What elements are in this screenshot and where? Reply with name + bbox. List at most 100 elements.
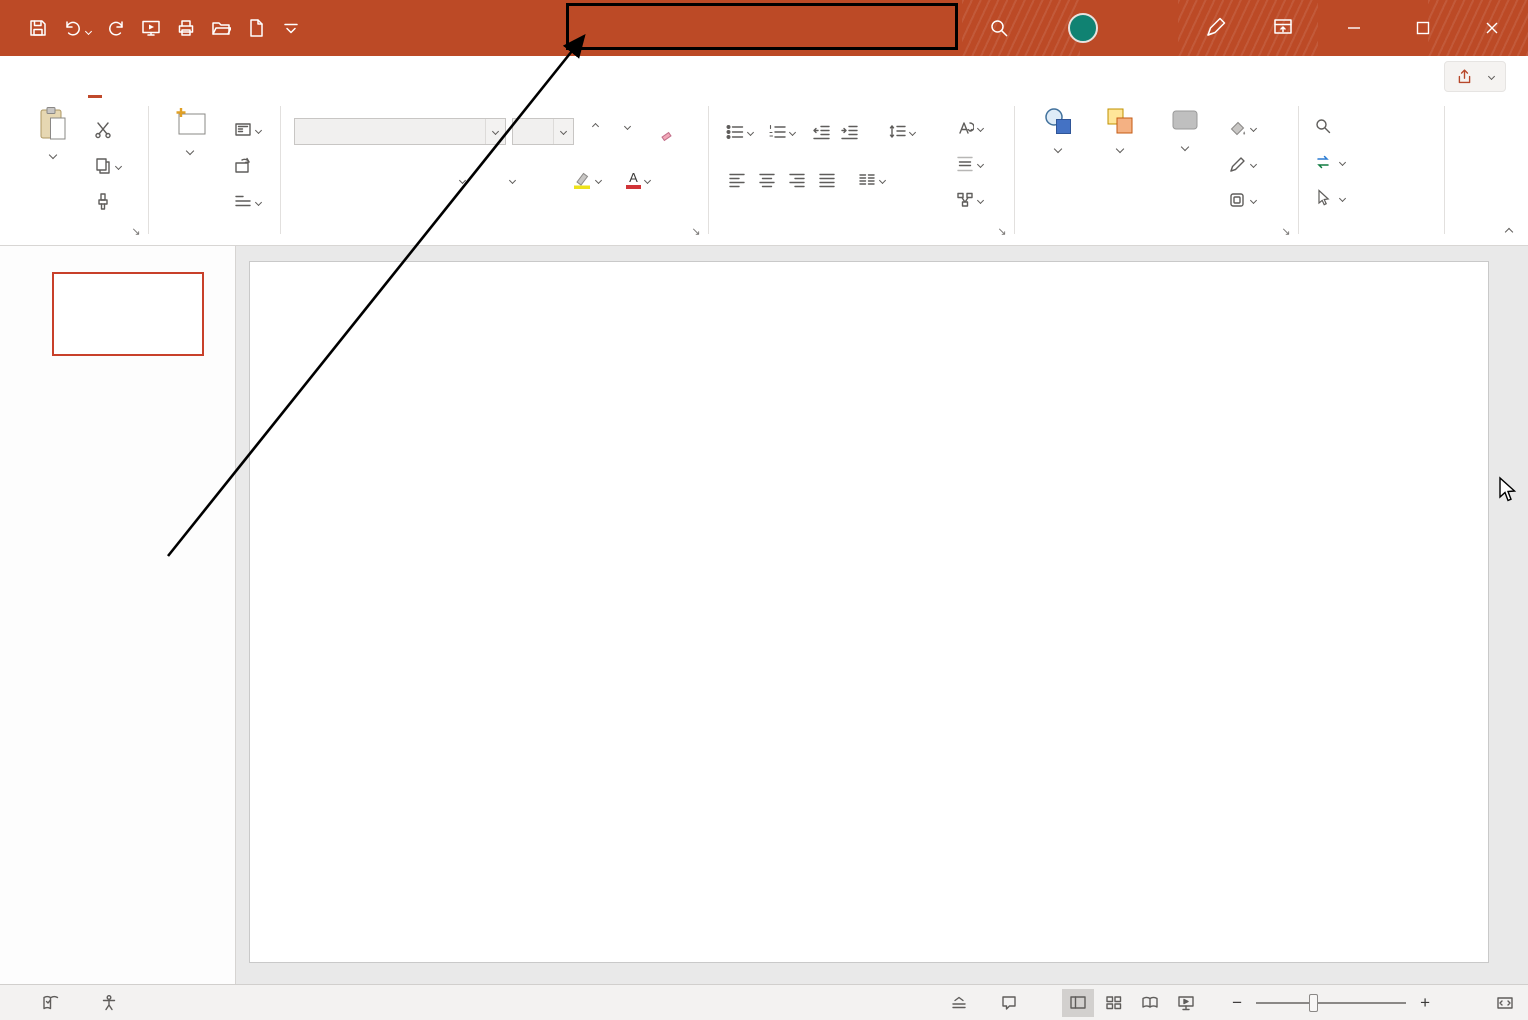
- share-button[interactable]: [1444, 61, 1506, 92]
- fit-slide-to-window-icon[interactable]: [1496, 994, 1514, 1012]
- redo-icon[interactable]: [106, 18, 126, 38]
- tab-file[interactable]: [26, 56, 72, 98]
- shape-outline-dropdown-icon[interactable]: [1250, 160, 1257, 167]
- slide-show-button[interactable]: [1170, 989, 1202, 1017]
- start-from-beginning-icon[interactable]: [141, 18, 161, 38]
- align-center-button[interactable]: [758, 166, 776, 194]
- section-dropdown-icon[interactable]: [255, 198, 262, 205]
- quick-print-icon[interactable]: [176, 18, 196, 38]
- quick-styles-button[interactable]: [1156, 106, 1214, 150]
- change-case-dropdown-icon[interactable]: [509, 176, 516, 183]
- align-text-dropdown-icon[interactable]: [977, 160, 984, 167]
- paste-button[interactable]: [24, 106, 82, 158]
- slide-thumbnail[interactable]: [52, 272, 204, 356]
- open-file-icon[interactable]: [211, 18, 231, 38]
- arrange-dropdown-icon[interactable]: [1116, 145, 1124, 153]
- align-right-button[interactable]: [788, 166, 806, 194]
- zoom-slider[interactable]: [1256, 1002, 1406, 1004]
- change-case-button[interactable]: [506, 166, 515, 194]
- numbering-dropdown-icon[interactable]: [789, 128, 796, 135]
- convert-to-smartart-button[interactable]: [956, 186, 983, 214]
- bullets-button[interactable]: [726, 118, 753, 146]
- account[interactable]: [1052, 0, 1098, 56]
- tab-draw[interactable]: [164, 56, 210, 98]
- section-button[interactable]: [234, 188, 261, 216]
- shape-outline-button[interactable]: [1228, 150, 1256, 178]
- tab-insert[interactable]: [118, 56, 164, 98]
- columns-button[interactable]: [858, 166, 885, 194]
- drawing-dialog-launcher[interactable]: ↘: [1279, 225, 1293, 239]
- align-text-button[interactable]: [956, 150, 983, 178]
- new-slide-dropdown-icon[interactable]: [186, 147, 194, 155]
- text-direction-button[interactable]: [956, 114, 983, 142]
- italic-button[interactable]: [332, 166, 358, 194]
- cut-button[interactable]: [94, 116, 112, 144]
- font-dialog-launcher[interactable]: ↘: [689, 225, 703, 239]
- slide-editor[interactable]: [249, 261, 1489, 963]
- tab-transitions[interactable]: [256, 56, 302, 98]
- undo-dropdown-icon[interactable]: [85, 28, 92, 35]
- replace-dropdown-icon[interactable]: [1339, 158, 1346, 165]
- clear-formatting-button[interactable]: [654, 117, 680, 145]
- collapse-ribbon-icon[interactable]: [1505, 228, 1513, 236]
- line-spacing-button[interactable]: [888, 118, 915, 146]
- justify-button[interactable]: [818, 166, 836, 194]
- zoom-out-button[interactable]: −: [1232, 994, 1242, 1011]
- decrease-indent-button[interactable]: [812, 118, 830, 146]
- text-highlight-button[interactable]: [572, 166, 601, 194]
- shapes-button[interactable]: [1032, 106, 1084, 152]
- paragraph-dialog-launcher[interactable]: ↘: [995, 225, 1009, 239]
- slide-layout-dropdown-icon[interactable]: [255, 126, 262, 133]
- shape-effects-button[interactable]: [1228, 186, 1256, 214]
- copy-button[interactable]: [94, 152, 121, 180]
- reset-slide-button[interactable]: [234, 152, 252, 180]
- tab-view[interactable]: [486, 56, 532, 98]
- paste-dropdown-icon[interactable]: [49, 151, 57, 159]
- select-dropdown-icon[interactable]: [1339, 194, 1346, 201]
- bullets-dropdown-icon[interactable]: [747, 128, 754, 135]
- ribbon-display-options-icon[interactable]: [1272, 16, 1294, 38]
- undo-button[interactable]: [63, 18, 91, 38]
- tab-help[interactable]: [532, 56, 578, 98]
- copy-dropdown-icon[interactable]: [115, 162, 122, 169]
- new-file-icon[interactable]: [246, 18, 266, 38]
- find-button[interactable]: [1314, 112, 1336, 140]
- clipboard-dialog-launcher[interactable]: ↘: [129, 225, 143, 239]
- font-size-dropdown-icon[interactable]: [553, 119, 573, 144]
- font-color-dropdown-icon[interactable]: [644, 176, 651, 183]
- zoom-in-button[interactable]: +: [1420, 994, 1430, 1011]
- text-shadow-button[interactable]: [392, 166, 418, 194]
- text-highlight-dropdown-icon[interactable]: [595, 176, 602, 183]
- font-color-button[interactable]: A: [626, 166, 650, 194]
- tab-design[interactable]: [210, 56, 256, 98]
- line-spacing-dropdown-icon[interactable]: [909, 128, 916, 135]
- comments-button[interactable]: [1000, 994, 1024, 1012]
- notes-button[interactable]: [950, 994, 974, 1012]
- close-button[interactable]: [1468, 0, 1516, 56]
- character-spacing-button[interactable]: [456, 166, 465, 194]
- arrange-button[interactable]: [1092, 106, 1148, 152]
- shape-effects-dropdown-icon[interactable]: [1250, 196, 1257, 203]
- font-name-combo[interactable]: [294, 118, 506, 145]
- spell-check-icon[interactable]: [42, 994, 60, 1012]
- tab-slide-show[interactable]: [348, 56, 394, 98]
- underline-button[interactable]: [362, 166, 388, 194]
- share-dropdown-icon[interactable]: [1488, 73, 1495, 80]
- strikethrough-button[interactable]: [422, 166, 448, 194]
- font-size-combo[interactable]: [512, 118, 574, 145]
- tab-review[interactable]: [440, 56, 486, 98]
- quick-styles-dropdown-icon[interactable]: [1181, 143, 1189, 151]
- font-name-dropdown-icon[interactable]: [485, 119, 505, 144]
- minimize-button[interactable]: [1330, 0, 1378, 56]
- replace-button[interactable]: [1314, 148, 1345, 176]
- increase-indent-button[interactable]: [840, 118, 858, 146]
- customize-qat-icon[interactable]: [281, 18, 301, 38]
- tab-animations[interactable]: [302, 56, 348, 98]
- increase-font-size-button[interactable]: [582, 117, 608, 145]
- character-spacing-dropdown-icon[interactable]: [459, 176, 466, 183]
- avatar[interactable]: [1068, 13, 1098, 43]
- select-button[interactable]: [1314, 184, 1345, 212]
- columns-dropdown-icon[interactable]: [879, 176, 886, 183]
- numbering-button[interactable]: [768, 118, 795, 146]
- shapes-dropdown-icon[interactable]: [1054, 145, 1062, 153]
